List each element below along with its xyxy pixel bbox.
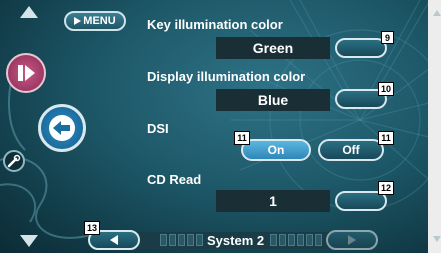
page-segment (297, 234, 304, 246)
page-segment (169, 234, 176, 246)
source-button[interactable] (6, 53, 46, 93)
page-segment (160, 234, 167, 246)
key-illumination-value: Green (216, 37, 330, 59)
display-illumination-label: Display illumination color (147, 69, 306, 84)
dsi-on-button[interactable]: On (241, 139, 311, 161)
page-segment (187, 234, 194, 246)
menu-button[interactable]: MENU (64, 11, 126, 31)
page-segment (279, 234, 286, 246)
right-margin (428, 0, 441, 253)
callout-9: 9 (381, 31, 394, 44)
display-illumination-value: Blue (216, 89, 330, 111)
setup-button[interactable] (3, 150, 25, 172)
callout-10: 10 (378, 82, 394, 96)
settings-screen: MENU Key illumination color Green 9 Disp… (0, 0, 441, 253)
scroll-up-button[interactable] (20, 6, 38, 18)
return-button[interactable] (38, 104, 86, 152)
callout-11-off: 11 (378, 131, 394, 145)
key-illumination-label: Key illumination color (147, 17, 283, 32)
menu-button-label: MENU (83, 15, 116, 27)
page-segment (306, 234, 313, 246)
callout-11-on: 11 (234, 131, 250, 145)
scroll-down-button[interactable] (20, 235, 38, 247)
page-title: System 2 (207, 233, 265, 248)
page-segment (315, 234, 322, 246)
next-page-button[interactable] (326, 230, 378, 250)
dsi-off-label: Off (342, 143, 360, 157)
page-segment (270, 234, 277, 246)
page-segment (196, 234, 203, 246)
arrow-right-icon (348, 235, 356, 245)
dsi-off-button[interactable]: Off (318, 139, 384, 161)
page-segment (178, 234, 185, 246)
wrench-icon (7, 154, 21, 168)
page-segment (288, 234, 295, 246)
callout-13: 13 (84, 221, 100, 235)
right-up-arrow-icon (433, 10, 441, 16)
dsi-label: DSI (147, 121, 169, 136)
return-icon (49, 115, 75, 141)
right-down-arrow-icon (433, 236, 441, 242)
play-icon (74, 17, 82, 25)
cd-read-label: CD Read (147, 172, 202, 187)
callout-12: 12 (378, 181, 394, 195)
key-illumination-button[interactable] (335, 38, 387, 58)
dsi-on-label: On (267, 143, 285, 157)
source-icon (18, 65, 35, 81)
cd-read-value: 1 (216, 190, 330, 212)
